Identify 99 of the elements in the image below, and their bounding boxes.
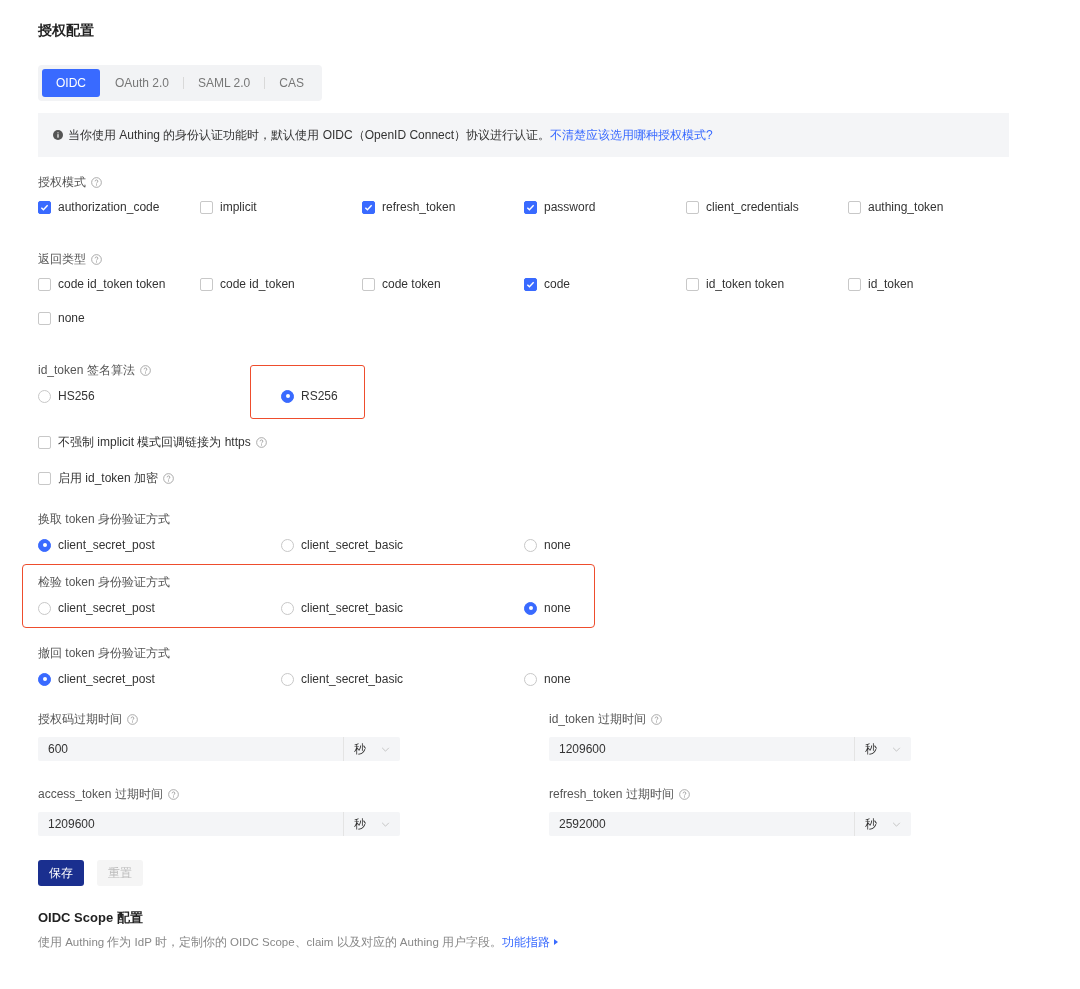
notice-text: 当你使用 Authing 的身份认证功能时，默认使用 OIDC（OpenID Connect）协议进行认证。 (68, 127, 551, 144)
number-field[interactable]: 2592000 秒 (549, 812, 911, 836)
radio-label: client_secret_basic (301, 537, 404, 554)
checkbox[interactable] (200, 277, 213, 291)
help-icon (678, 788, 690, 800)
field-label: 换取 token 身份验证方式 (38, 511, 171, 528)
save-button[interactable]: 保存 (38, 860, 84, 886)
field-label: id_token 过期时间 (549, 711, 646, 728)
radio-button[interactable] (38, 601, 51, 615)
checkbox-label: code (544, 276, 571, 293)
chevron-down-icon (381, 746, 390, 752)
checkbox-label: id_token (868, 276, 914, 293)
section-title: OIDC Scope 配置 (38, 909, 144, 927)
radio-button[interactable] (281, 672, 294, 686)
number-field[interactable]: 1209600 秒 (549, 737, 911, 761)
section-title: 授权配置 (38, 21, 95, 40)
help-icon (127, 713, 138, 725)
chevron-down-icon (892, 746, 901, 752)
field-label: 检验 token 身份验证方式 (38, 574, 171, 591)
radio-label: client_secret_post (58, 600, 155, 617)
radio-button[interactable] (524, 538, 537, 552)
field-label: id_token 签名算法 (38, 362, 135, 379)
radio-button[interactable] (281, 389, 294, 403)
checkbox-label: code id_token token (58, 276, 166, 293)
check-icon (364, 202, 373, 212)
radio-button[interactable] (281, 601, 294, 615)
checkbox-label: authorization_code (58, 199, 160, 216)
check-icon (526, 202, 535, 212)
checkbox-label: 不强制 implicit 模式回调链接为 https (58, 434, 251, 451)
unit-select[interactable]: 秒 (854, 812, 911, 836)
radio-label: client_secret_post (58, 671, 155, 688)
number-field[interactable]: 600 秒 (38, 737, 400, 761)
field-label: 授权码过期时间 (38, 711, 122, 728)
checkbox-label: none (58, 310, 85, 327)
help-icon (167, 788, 179, 800)
number-input[interactable]: 600 (38, 737, 343, 761)
checkbox[interactable] (38, 471, 51, 485)
radio-label: none (544, 600, 571, 617)
checkbox[interactable] (362, 200, 375, 214)
help-link[interactable]: 不清楚应该选用哪种授权模式? (550, 126, 713, 144)
description-text: 使用 Authing 作为 IdP 时，定制你的 OIDC Scope、claim 以及对应的 Authing 用户字段。 (38, 934, 502, 950)
radio-label: client_secret_basic (301, 671, 404, 688)
checkbox-label: refresh_token (382, 199, 456, 216)
checkbox[interactable] (362, 277, 375, 291)
checkbox[interactable] (38, 277, 51, 291)
tab[interactable]: SAML 2.0 (184, 69, 265, 97)
checkbox-label: client_credentials (706, 199, 799, 216)
checkbox[interactable] (686, 200, 699, 214)
check-icon (40, 202, 49, 212)
checkbox[interactable] (524, 277, 537, 291)
radio-label: RS256 (301, 388, 338, 405)
unit-select[interactable]: 秒 (854, 737, 911, 761)
chevron-down-icon (381, 821, 390, 827)
number-input[interactable]: 1209600 (549, 737, 854, 761)
checkbox[interactable] (38, 435, 51, 449)
tab[interactable]: CAS (265, 69, 318, 97)
checkbox-label: id_token token (706, 276, 785, 293)
checkbox-label: authing_token (868, 199, 944, 216)
info-icon (53, 130, 63, 140)
field-label: access_token 过期时间 (38, 786, 163, 803)
radio-button[interactable] (38, 538, 51, 552)
checkbox[interactable] (686, 277, 699, 291)
number-input[interactable]: 2592000 (549, 812, 854, 836)
radio-label: none (544, 537, 571, 554)
checkbox[interactable] (38, 311, 51, 325)
checkbox-label: code token (382, 276, 441, 293)
caret-right-icon (554, 939, 558, 946)
radio-label: client_secret_basic (301, 600, 404, 617)
checkbox[interactable] (524, 200, 537, 214)
checkbox[interactable] (38, 200, 51, 214)
checkbox[interactable] (848, 277, 861, 291)
tab[interactable]: OAuth 2.0 (101, 69, 184, 97)
radio-label: none (544, 671, 571, 688)
guide-link[interactable]: 功能指路 (502, 933, 550, 951)
number-input[interactable]: 1209600 (38, 812, 343, 836)
number-field[interactable]: 1209600 秒 (38, 812, 400, 836)
field-label: 返回类型 (38, 251, 86, 268)
radio-label: client_secret_post (58, 537, 155, 554)
radio-button[interactable] (524, 672, 537, 686)
unit-select[interactable]: 秒 (343, 737, 400, 761)
checkbox[interactable] (848, 200, 861, 214)
help-icon (650, 713, 662, 725)
field-label: 撤回 token 身份验证方式 (38, 645, 171, 662)
radio-button[interactable] (38, 672, 51, 686)
radio-button[interactable] (524, 601, 537, 615)
radio-button[interactable] (281, 538, 294, 552)
field-label: refresh_token 过期时间 (549, 786, 674, 803)
tab[interactable]: OIDC (42, 69, 100, 97)
checkbox[interactable] (200, 200, 213, 214)
chevron-down-icon (892, 821, 901, 827)
field-label: 授权模式 (38, 174, 86, 191)
checkbox-label: code id_token (220, 276, 295, 293)
radio-button[interactable] (38, 389, 51, 403)
checkbox-label: 启用 id_token 加密 (58, 470, 159, 487)
unit-select[interactable]: 秒 (343, 812, 400, 836)
checkbox-label: password (544, 199, 596, 216)
radio-label: HS256 (58, 388, 95, 405)
check-icon (526, 279, 535, 289)
checkbox-label: implicit (220, 199, 257, 216)
